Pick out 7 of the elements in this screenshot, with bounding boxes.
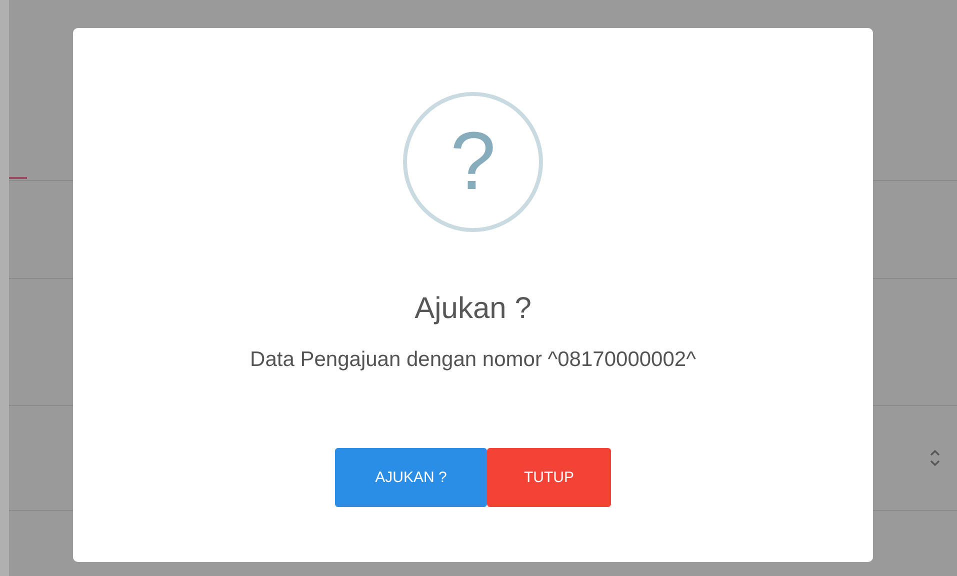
submit-button[interactable]: AJUKAN ? — [335, 448, 487, 507]
close-button[interactable]: TUTUP — [487, 448, 611, 507]
question-icon: ? — [403, 92, 543, 232]
dialog-title: Ajukan ? — [414, 292, 532, 326]
dialog-message: Data Pengajuan dengan nomor ^08170000002^ — [250, 348, 696, 372]
tab-underline — [9, 177, 27, 179]
sort-icon[interactable] — [929, 447, 941, 469]
